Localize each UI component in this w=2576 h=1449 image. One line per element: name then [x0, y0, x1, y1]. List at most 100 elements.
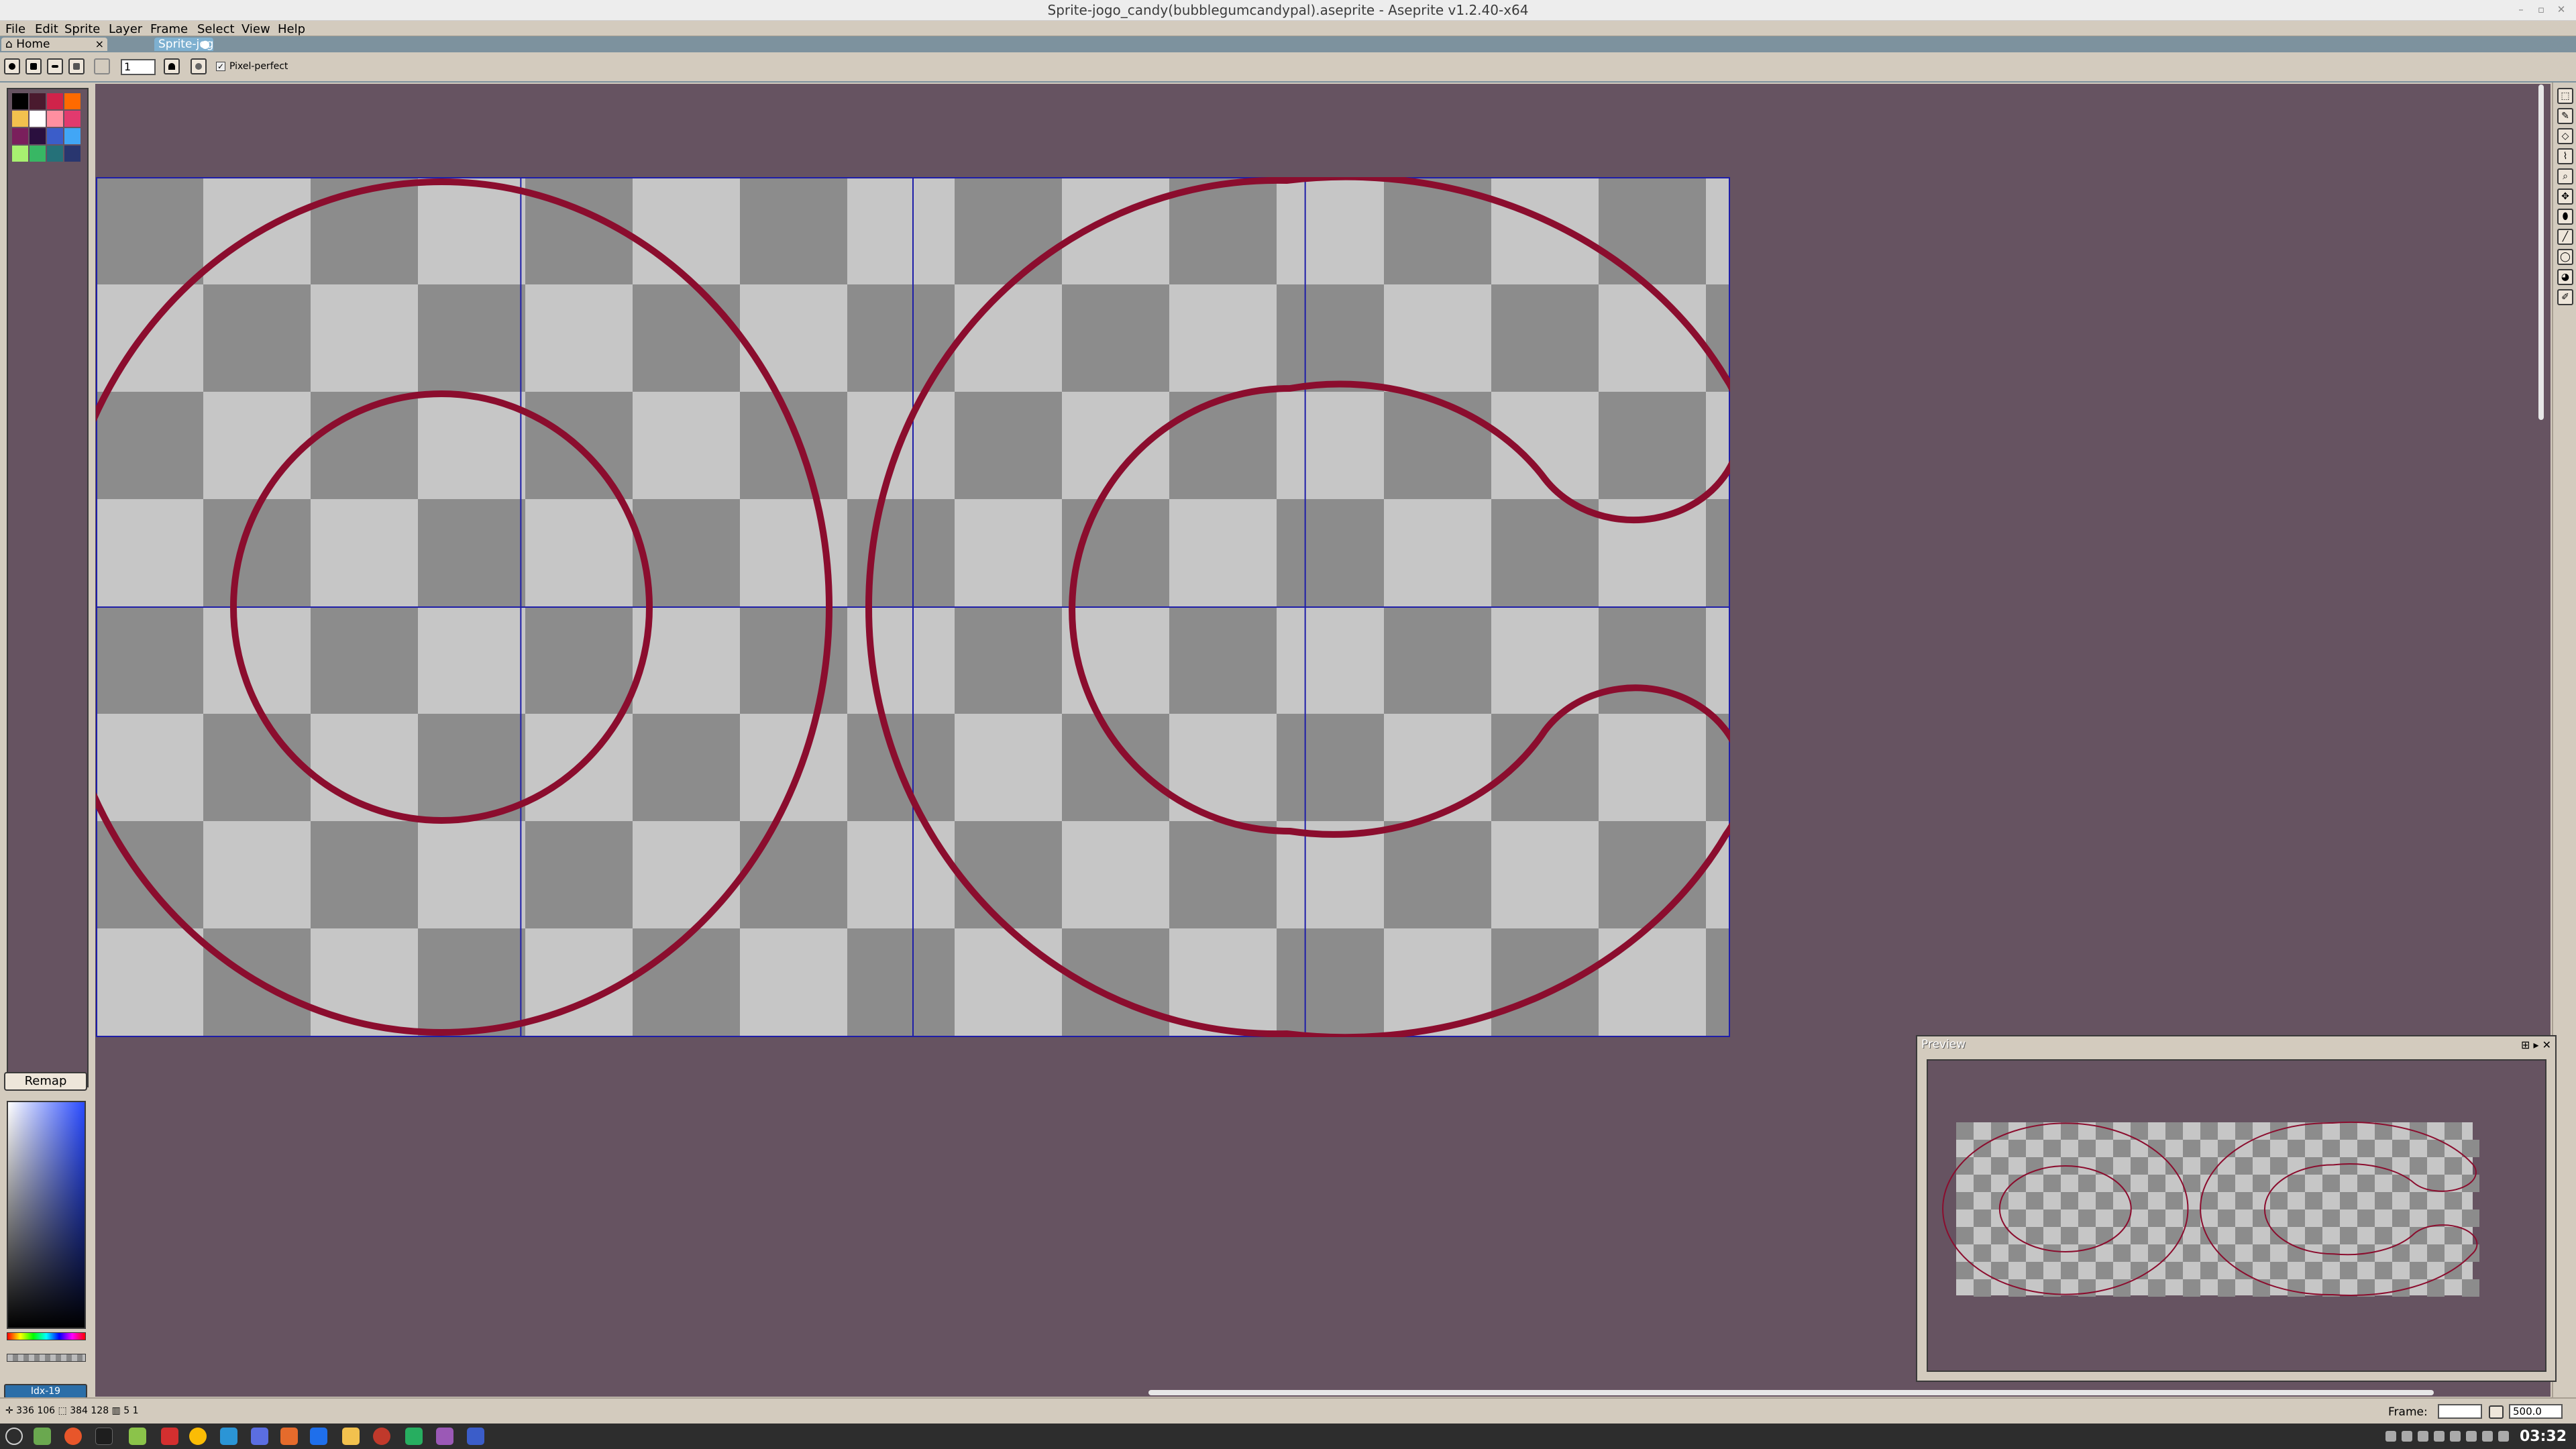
brush-type-circle-button[interactable] — [4, 58, 20, 74]
preview-checker-cell — [2200, 1227, 2218, 1244]
tray-clipboard-icon[interactable] — [2402, 1431, 2412, 1442]
canvas-drawing[interactable] — [96, 177, 1730, 1037]
pixel-perfect-toggle[interactable]: ✓ Pixel-perfect — [216, 58, 303, 75]
office-icon[interactable] — [161, 1428, 178, 1445]
code-icon[interactable] — [251, 1428, 268, 1445]
tab-modified-icon[interactable]: ● — [201, 38, 210, 51]
palette-swatch[interactable] — [47, 128, 63, 144]
palette-swatch[interactable] — [47, 93, 63, 109]
marquee-tool-icon[interactable]: ⬚ — [2557, 88, 2573, 104]
color-spectrum[interactable] — [7, 1101, 86, 1329]
menu-select[interactable]: Select — [197, 22, 235, 36]
tab-close-icon[interactable]: × — [95, 38, 104, 51]
blur-tool-icon[interactable]: ✐ — [2557, 289, 2573, 305]
scroll-thumb[interactable] — [1148, 1390, 2434, 1395]
color-index-button[interactable]: Idx-19 — [4, 1384, 87, 1399]
palette-swatch[interactable] — [30, 111, 46, 127]
zoom-field[interactable]: 500.0 — [2509, 1404, 2563, 1419]
files-icon[interactable] — [129, 1428, 146, 1445]
line-tool-icon[interactable]: ╱ — [2557, 229, 2573, 245]
menu-view[interactable]: View — [241, 22, 270, 36]
remap-button[interactable]: Remap — [4, 1072, 87, 1091]
palette-view[interactable] — [7, 88, 89, 1087]
contour-tool-icon[interactable]: ◕ — [2557, 269, 2573, 285]
maximize-icon[interactable]: ▫ — [2536, 4, 2546, 15]
menu-layer[interactable]: Layer — [109, 22, 142, 36]
palette-swatch[interactable] — [64, 146, 80, 162]
zoom-tool-icon[interactable]: ⌕ — [2557, 168, 2573, 184]
ellipse-tool-icon[interactable]: ◯ — [2557, 249, 2573, 265]
brush-type-line-button[interactable] — [47, 58, 63, 74]
menu-sprite[interactable]: Sprite — [64, 22, 100, 36]
menu-frame[interactable]: Frame — [150, 22, 188, 36]
brush-type-square-button[interactable] — [25, 58, 42, 74]
canvas-checker-cell — [418, 499, 525, 606]
palette-swatch[interactable] — [12, 128, 28, 144]
pencil-tool-icon[interactable]: ✎ — [2557, 108, 2573, 124]
brush-angle-button[interactable] — [94, 58, 110, 74]
menu-file[interactable]: File — [5, 22, 25, 36]
palette-swatch[interactable] — [30, 93, 46, 109]
sprite-canvas[interactable] — [96, 177, 1730, 1037]
tray-volume-icon[interactable] — [2498, 1431, 2509, 1442]
tray-steam-icon[interactable] — [2385, 1431, 2396, 1442]
canvas-checker-cell — [955, 821, 1062, 928]
palette-swatch[interactable] — [64, 111, 80, 127]
brush-options-button[interactable] — [68, 58, 85, 74]
menu-help[interactable]: Help — [278, 22, 305, 36]
palette-swatch[interactable] — [47, 111, 63, 127]
eraser-tool-icon[interactable]: ◇ — [2557, 128, 2573, 144]
palette-swatch[interactable] — [30, 128, 46, 144]
frame-field[interactable] — [2438, 1404, 2482, 1419]
ink-type-button[interactable] — [164, 58, 180, 74]
palette-swatch[interactable] — [30, 146, 46, 162]
palette-swatch[interactable] — [12, 146, 28, 162]
preview-viewport[interactable] — [1927, 1059, 2546, 1372]
editor-icon[interactable] — [310, 1428, 327, 1445]
preview-checker-cell — [2445, 1192, 2462, 1210]
scroll-thumb[interactable] — [2538, 85, 2544, 420]
eyedropper-tool-icon[interactable]: ⌇ — [2557, 148, 2573, 164]
brush-size-field[interactable]: 1 — [121, 59, 156, 75]
tray-network-icon[interactable] — [2418, 1431, 2428, 1442]
desktop-icon[interactable] — [34, 1428, 51, 1445]
alpha-slider[interactable] — [7, 1354, 86, 1362]
move-tool-icon[interactable]: ✥ — [2557, 189, 2573, 205]
discord-icon[interactable] — [436, 1428, 453, 1445]
palette-swatch[interactable] — [12, 93, 28, 109]
preview-checker-cell — [2218, 1279, 2235, 1297]
terminal-icon[interactable] — [95, 1428, 113, 1445]
tray-bookmark-icon[interactable] — [2450, 1431, 2461, 1442]
media-icon[interactable] — [373, 1428, 390, 1445]
close-icon[interactable]: ✕ — [2556, 4, 2567, 15]
preview-window-controls[interactable]: ⊞ ▸ ✕ — [2521, 1038, 2551, 1051]
tray-star-icon[interactable] — [2466, 1431, 2477, 1442]
hue-slider[interactable] — [7, 1332, 86, 1340]
menu-edit[interactable]: Edit — [35, 22, 58, 36]
bucket-tool-icon[interactable]: ⬮ — [2557, 209, 2573, 225]
cursor-position-text: ✛ 336 106 ⬚ 384 128 ▥ 5 1 — [5, 1405, 139, 1416]
drawing-icon[interactable] — [342, 1428, 360, 1445]
tray-battery-icon[interactable] — [2482, 1431, 2493, 1442]
spotify-icon[interactable] — [405, 1428, 423, 1445]
palette-swatch[interactable] — [64, 93, 80, 109]
clock: 03:32 — [2519, 1428, 2567, 1445]
tab-home[interactable]: ⌂ Home × — [1, 38, 107, 51]
app-menu-icon[interactable] — [5, 1428, 23, 1445]
minimize-icon[interactable]: – — [2516, 4, 2526, 15]
palette-swatch[interactable] — [12, 111, 28, 127]
frame-add-button[interactable] — [2489, 1405, 2504, 1419]
horizontal-scrollbar[interactable] — [95, 1389, 2551, 1397]
aseprite-taskbar-icon[interactable] — [467, 1428, 484, 1445]
firefox-icon[interactable] — [64, 1428, 82, 1445]
chrome-icon[interactable] — [189, 1428, 207, 1445]
pressure-options-button[interactable] — [191, 58, 207, 74]
preview-checker-cell — [2026, 1227, 2043, 1244]
telegram-icon[interactable] — [220, 1428, 237, 1445]
tab-sprite[interactable]: Sprite-jogo_ca ● — [154, 38, 213, 51]
preview-checker-cell — [2026, 1262, 2043, 1279]
tray-shield-icon[interactable] — [2434, 1431, 2445, 1442]
blender-icon[interactable] — [280, 1428, 298, 1445]
palette-swatch[interactable] — [64, 128, 80, 144]
palette-swatch[interactable] — [47, 146, 63, 162]
